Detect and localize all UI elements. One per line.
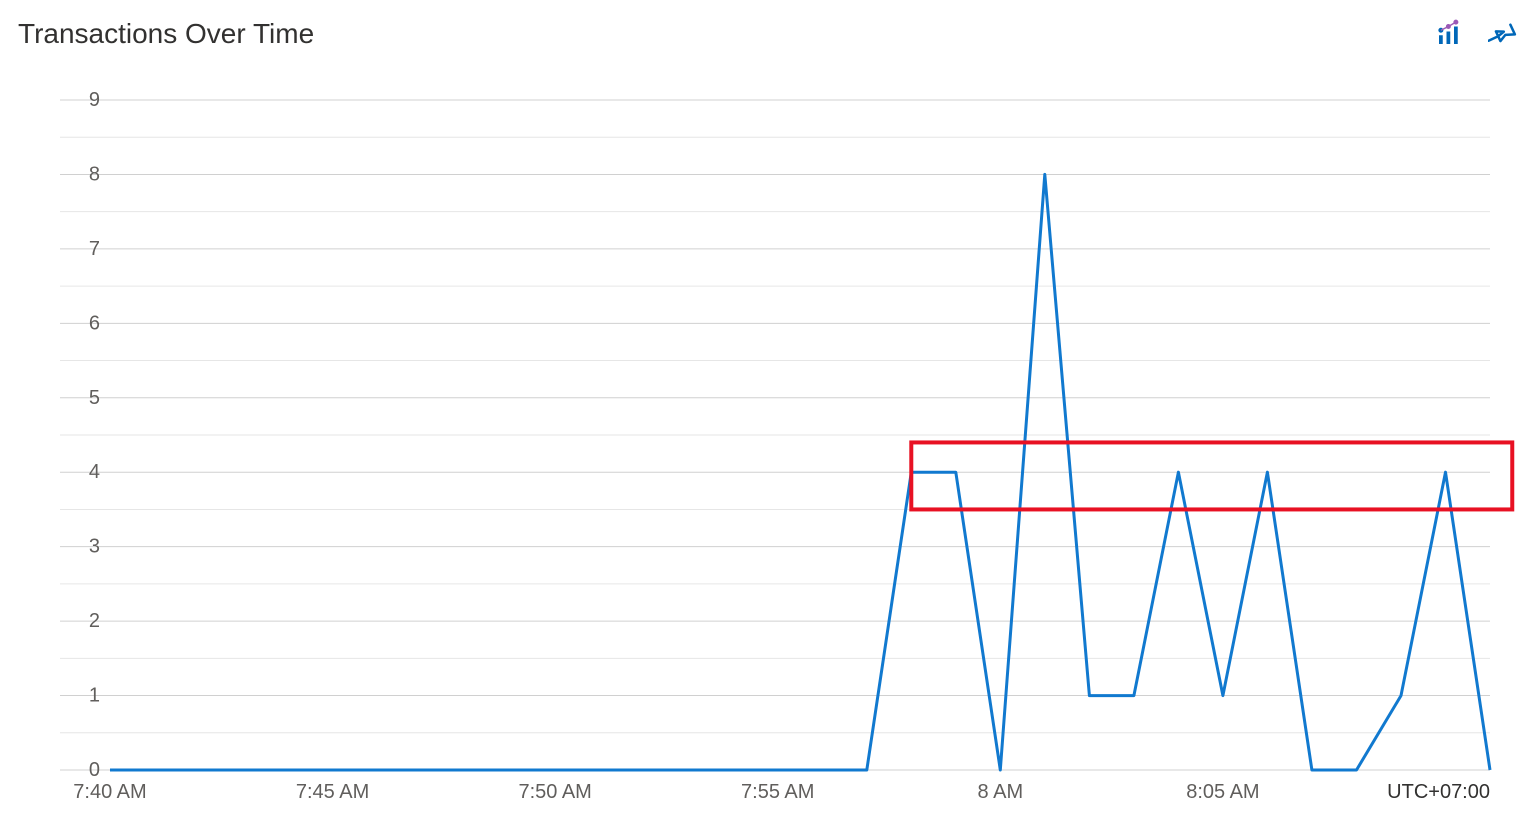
y-tick-label: 9 xyxy=(89,89,100,111)
y-tick-label: 5 xyxy=(89,387,100,409)
pin-icon[interactable] xyxy=(1486,17,1520,51)
svg-text:8 AM: 8 AM xyxy=(978,781,1024,803)
svg-text:7:40 AM: 7:40 AM xyxy=(73,781,146,803)
svg-text:2: 2 xyxy=(89,610,100,632)
svg-text:7:45 AM: 7:45 AM xyxy=(296,781,369,803)
svg-text:8:05 AM: 8:05 AM xyxy=(1186,781,1259,803)
x-tick-label: 7:50 AM xyxy=(518,781,591,803)
line-chart[interactable]: 0 1 2 3 4 5 6 7 8 9 7:40 AM 7:45 AM 7:50 AM 7:55 AM 8… xyxy=(0,80,1538,830)
y-tick-label: 6 xyxy=(89,312,100,334)
svg-text:3: 3 xyxy=(89,536,100,558)
highlight-annotation xyxy=(911,442,1512,509)
x-tick-label: 8 AM xyxy=(978,781,1024,803)
y-tick-label: 2 xyxy=(89,610,100,632)
svg-text:5: 5 xyxy=(89,387,100,409)
chart-header: Transactions Over Time xyxy=(18,14,1520,54)
x-tick-label: 7:40 AM xyxy=(73,781,146,803)
y-tick-label: 8 xyxy=(89,163,100,185)
svg-text:7:50 AM: 7:50 AM xyxy=(518,781,591,803)
svg-text:6: 6 xyxy=(89,312,100,334)
svg-text:7:55 AM: 7:55 AM xyxy=(741,781,814,803)
x-tick-label: 7:55 AM xyxy=(741,781,814,803)
x-axis: 7:40 AM 7:45 AM 7:50 AM 7:55 AM 8 AM 8:05 AM xyxy=(73,781,1259,803)
svg-text:9: 9 xyxy=(89,89,100,111)
header-toolbar xyxy=(1432,17,1520,51)
chart-title: Transactions Over Time xyxy=(18,18,314,50)
metrics-icon[interactable] xyxy=(1432,17,1466,51)
svg-text:0: 0 xyxy=(89,759,100,781)
svg-text:8: 8 xyxy=(89,163,100,185)
y-tick-label: 4 xyxy=(89,461,100,483)
y-tick-label: 0 xyxy=(89,759,100,781)
x-tick-label: 7:45 AM xyxy=(296,781,369,803)
y-tick-label: 1 xyxy=(89,685,100,707)
x-tick-label: 8:05 AM xyxy=(1186,781,1259,803)
svg-text:1: 1 xyxy=(89,685,100,707)
svg-text:4: 4 xyxy=(89,461,100,483)
y-tick-label: 3 xyxy=(89,536,100,558)
y-tick-label: 7 xyxy=(89,238,100,260)
svg-text:7: 7 xyxy=(89,238,100,260)
gridlines xyxy=(60,100,1490,770)
timezone-label: UTC+07:00 xyxy=(1387,781,1490,803)
